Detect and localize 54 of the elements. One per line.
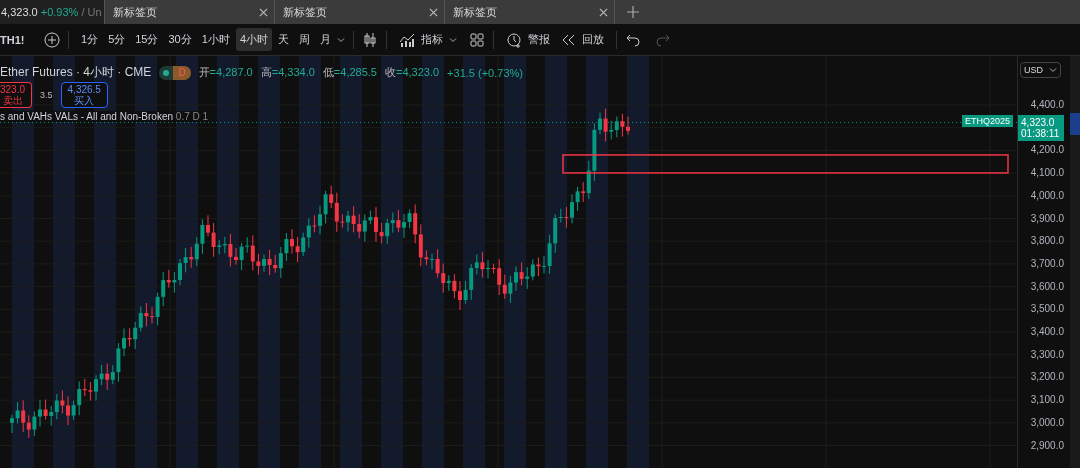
status-badge: D [159,65,191,80]
replay-button[interactable]: 回放 [556,27,608,52]
price-tick: 3,200.0 [1030,371,1064,383]
spread-value: 3.5 [40,90,53,100]
price-tick: 3,300.0 [1030,348,1064,360]
ohlc-value: 低=4,285.5 [322,65,377,80]
new-tab-icon[interactable] [627,6,639,18]
price-tick: 4,200.0 [1030,144,1064,156]
price-tick: 3,400.0 [1030,326,1064,337]
caret-icon[interactable] [337,35,345,44]
price-tick: 3,500.0 [1030,303,1064,315]
price-tick: 3,900.0 [1030,212,1064,224]
add-symbol-icon[interactable] [44,31,60,48]
buy-button[interactable]: 4,326.5 买入 [60,82,108,108]
price-tick: 3,700.0 [1030,257,1064,269]
interval-button[interactable]: 周 [295,28,314,51]
layout-grid-icon[interactable] [469,31,485,48]
price-tick: 3,600.0 [1030,280,1064,292]
ohlc-value: 收=4,323.0 [385,65,440,80]
interval-button[interactable]: 4小时 [235,28,272,51]
indicators-button[interactable]: 指标 [395,27,447,52]
browser-tab[interactable]: 4,323.0 +0.93% / Un [0,0,105,24]
price-tick: 4,400.0 [1030,99,1064,110]
change-value: +31.5 (+0.73%) [447,66,523,79]
interval-button[interactable]: 1分 [77,28,103,51]
price-tick: 3,800.0 [1030,235,1064,247]
symbol-title: Ether Futures · 4小时 · CME [0,64,152,81]
price-tick: 3,000.0 [1030,416,1064,428]
caret-icon[interactable] [1049,66,1058,74]
last-price-label: 4,323.0 01:38:11 [1018,115,1065,142]
ohlc-value: 高=4,334.0 [260,65,315,80]
interval-button[interactable]: 1小时 [197,28,234,51]
interval-button[interactable]: 月 [316,28,335,51]
price-tick: 2,900.0 [1030,439,1064,451]
symbol-price-label: ETHQ2025 [962,115,1014,128]
currency-dropdown[interactable]: USD [1020,62,1062,78]
price-tick: 4,000.0 [1030,189,1064,201]
interval-button[interactable]: 5分 [104,28,130,51]
candles-icon[interactable] [362,31,378,48]
interval-button[interactable]: 天 [274,28,293,51]
close-icon[interactable] [429,7,438,17]
price-tick: 4,100.0 [1030,167,1064,179]
chart-icon[interactable] [399,31,415,48]
symbol-label[interactable]: TH1! [0,33,42,46]
close-icon[interactable] [259,7,268,17]
ohlc-value: 开=4,287.0 [198,65,253,80]
sell-button[interactable]: 323.0 卖出 [0,82,33,108]
close-icon[interactable] [599,7,608,17]
interval-button[interactable]: 30分 [164,28,196,51]
interval-button[interactable]: 15分 [131,28,163,51]
alerts-button[interactable]: 警报 [502,27,554,52]
alarm-clock-icon[interactable] [506,31,522,48]
price-tick: 3,100.0 [1030,394,1064,406]
caret-icon[interactable] [449,35,457,44]
